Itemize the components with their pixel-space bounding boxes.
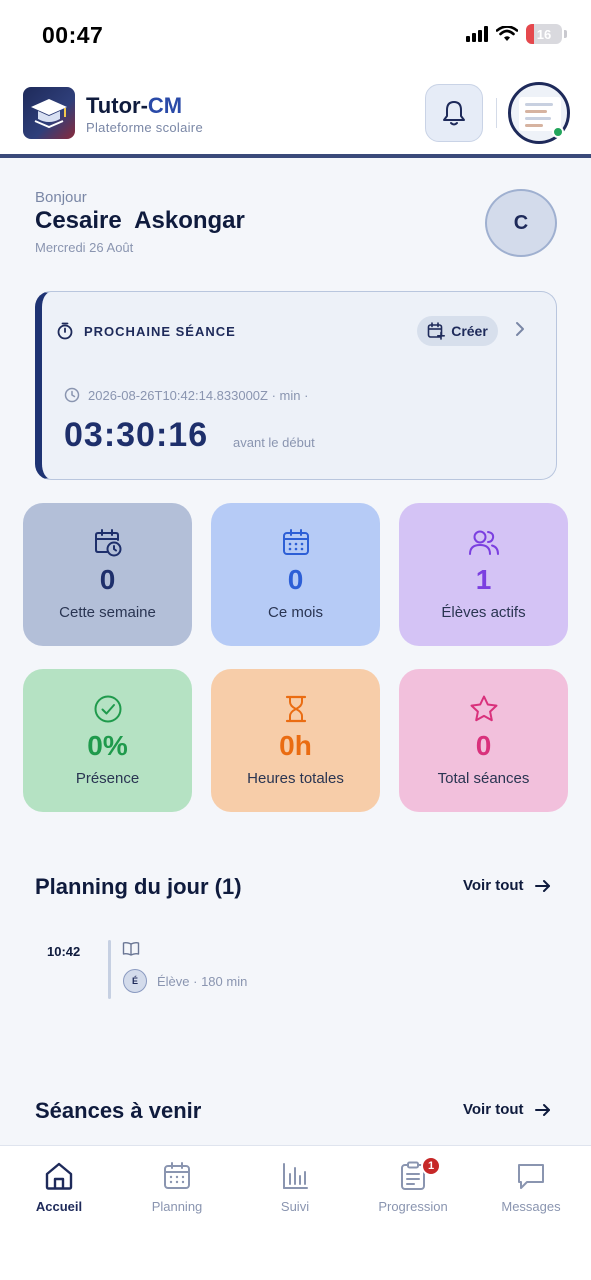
tab-planning[interactable]: Planning (118, 1158, 236, 1214)
arrow-right-icon (534, 1103, 550, 1116)
users-icon (468, 530, 499, 555)
status-time: 00:47 (42, 22, 104, 48)
calendar-clock-icon (94, 529, 121, 557)
stat-label: Ce mois (267, 604, 323, 621)
chevron-right-icon[interactable] (513, 320, 527, 338)
stat-label: Cette semaine (59, 604, 156, 621)
upcoming-title: Séances à venir (35, 1098, 202, 1123)
create-session-button[interactable]: Créer (417, 316, 498, 346)
tab-label: Planning (151, 1199, 203, 1214)
star-icon (470, 695, 497, 722)
wifi-icon (496, 26, 518, 41)
stat-card-active-students[interactable]: 1 Élèves actifs (399, 503, 568, 646)
hourglass-icon (285, 695, 306, 723)
planning-item-time: 10:42 (47, 944, 81, 959)
notifications-button[interactable] (425, 84, 483, 142)
tab-label: Suivi (280, 1199, 310, 1214)
brand-name: Tutor-CM (86, 93, 183, 118)
countdown-label: avant le début (233, 435, 315, 450)
tab-label: Accueil (35, 1199, 83, 1214)
see-all-label: Voir tout (463, 1101, 524, 1118)
planning-title: Planning du jour (1) (35, 874, 242, 899)
battery-icon: 16 (526, 24, 562, 44)
stat-label: Heures totales (247, 770, 344, 787)
countdown-timer: 03:30:16 (64, 416, 209, 454)
student-badge: É (123, 969, 147, 993)
app-logo (23, 87, 75, 139)
tab-progression[interactable]: 1 Progression (354, 1156, 472, 1214)
next-session-meta: 2026-08-26T10:42:14.833000Z · min · (64, 387, 308, 403)
stat-card-total-hours[interactable]: 0h Heures totales (211, 669, 380, 812)
header-divider (496, 98, 497, 128)
chart-icon (283, 1163, 308, 1189)
calendar-icon (164, 1162, 190, 1189)
user-name: Cesaire Askongar (35, 207, 245, 234)
tab-accueil[interactable]: Accueil (0, 1158, 118, 1214)
planning-item-info: Élève · 180 min (157, 974, 248, 989)
status-bar: 00:47 16 (0, 0, 591, 70)
greeting-hello: Bonjour (35, 189, 87, 206)
stat-card-total-sessions[interactable]: 0 Total séances (399, 669, 568, 812)
brand-subtitle: Plateforme scolaire (86, 120, 203, 135)
planning-item-bar (108, 940, 111, 999)
stat-value: 0h (279, 730, 312, 761)
create-session-label: Créer (451, 323, 488, 339)
tab-suivi[interactable]: Suivi (236, 1158, 354, 1214)
stat-card-week[interactable]: 0 Cette semaine (23, 503, 192, 646)
stat-label: Présence (75, 770, 140, 787)
next-session-title: PROCHAINE SÉANCE (56, 322, 236, 340)
calendar-icon (282, 529, 309, 555)
clock-icon (64, 387, 80, 403)
user-initial-avatar[interactable]: C (485, 189, 557, 257)
next-session-title-text: PROCHAINE SÉANCE (84, 323, 236, 339)
stat-label: Total séances (437, 770, 530, 787)
arrow-right-icon (534, 879, 550, 892)
stat-value: 1 (475, 564, 492, 595)
tab-label: Progression (378, 1199, 448, 1214)
stat-value: 0 (99, 564, 116, 595)
calendar-plus-icon (427, 322, 446, 340)
planning-see-all-link[interactable]: Voir tout (463, 877, 552, 894)
see-all-label: Voir tout (463, 877, 524, 894)
brand-accent: CM (147, 93, 183, 118)
online-status-dot (552, 126, 564, 138)
stat-label: Élèves actifs (441, 604, 526, 621)
upcoming-see-all-link[interactable]: Voir tout (463, 1101, 552, 1118)
stat-value: 0 (287, 564, 304, 595)
stopwatch-icon (57, 322, 73, 340)
notification-badge: 1 (421, 1156, 441, 1176)
tab-messages[interactable]: Messages (472, 1158, 590, 1214)
next-session-datetime: 2026-08-26T10:42:14.833000Z · min · (88, 387, 309, 403)
battery-level: 16 (536, 26, 552, 42)
stat-value: 0% (87, 730, 128, 761)
signal-icon (466, 26, 488, 42)
check-circle-icon (94, 695, 121, 723)
current-date: Mercredi 26 Août (35, 240, 134, 255)
tab-label: Messages (501, 1199, 561, 1214)
bell-icon (443, 101, 465, 126)
stat-card-attendance[interactable]: 0% Présence (23, 669, 192, 812)
message-icon (518, 1164, 544, 1189)
stat-value: 0 (475, 730, 492, 761)
graduation-cap-icon (31, 99, 67, 129)
home-icon (45, 1162, 73, 1190)
book-icon (122, 941, 140, 956)
app-header: Tutor-CM Plateforme scolaire (0, 70, 591, 158)
status-icons: 16 (466, 24, 567, 44)
bottom-tab-bar: Accueil Planning Suivi 1 Progression Mes… (0, 1145, 591, 1280)
stat-card-month[interactable]: 0 Ce mois (211, 503, 380, 646)
